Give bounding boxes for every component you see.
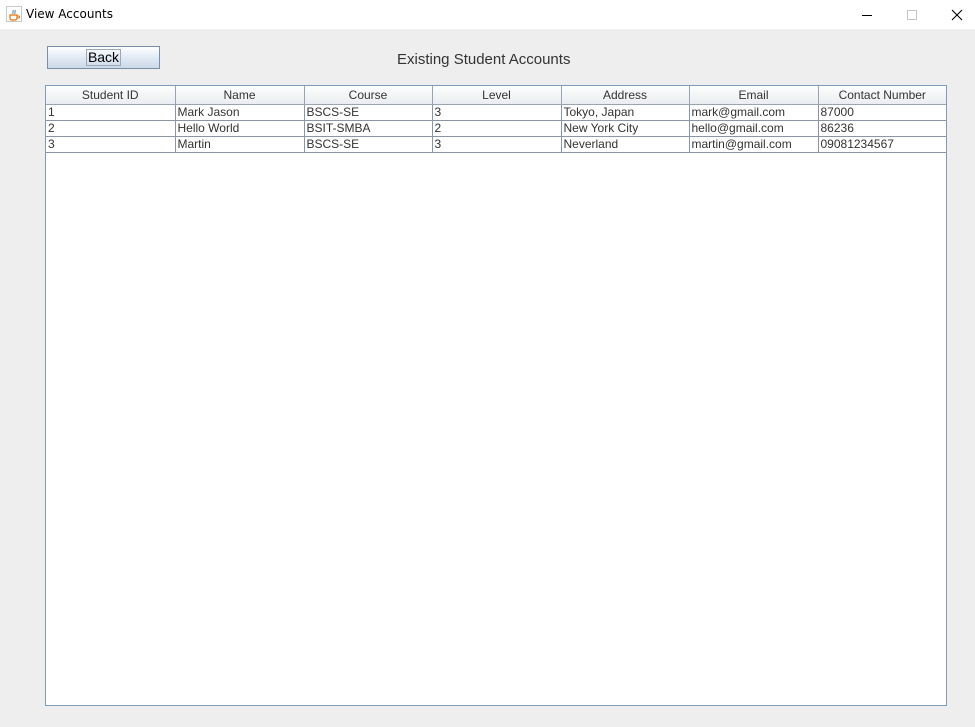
cell-course[interactable]: BSCS-SE — [304, 104, 433, 121]
cell-course[interactable]: BSIT-SMBA — [304, 120, 433, 137]
cell-name[interactable]: Hello World — [175, 120, 305, 137]
column-header-name[interactable]: Name — [175, 86, 305, 105]
back-button-label: Back — [85, 49, 122, 66]
cell-address[interactable]: Tokyo, Japan — [561, 104, 690, 121]
accounts-table-scrollpane[interactable]: Student ID Name Course Level Address Ema… — [45, 85, 947, 706]
table-row[interactable]: 3 Martin BSCS-SE 3 Neverland martin@gmai… — [46, 136, 946, 153]
cell-level[interactable]: 3 — [432, 104, 562, 121]
cell-course[interactable]: BSCS-SE — [304, 136, 433, 153]
cell-address[interactable]: Neverland — [561, 136, 690, 153]
column-header-address[interactable]: Address — [561, 86, 690, 105]
cell-contact-number[interactable]: 87000 — [818, 104, 946, 121]
column-header-course[interactable]: Course — [304, 86, 433, 105]
page-title: Existing Student Accounts — [397, 51, 571, 68]
cell-student-id[interactable]: 1 — [46, 104, 176, 121]
accounts-table[interactable]: Student ID Name Course Level Address Ema… — [46, 86, 946, 153]
cell-student-id[interactable]: 2 — [46, 120, 176, 137]
column-header-level[interactable]: Level — [432, 86, 562, 105]
back-button[interactable]: Back — [47, 46, 160, 69]
maximize-button[interactable] — [889, 0, 935, 29]
cell-email[interactable]: hello@gmail.com — [689, 120, 819, 137]
java-cup-icon — [6, 6, 22, 22]
cell-student-id[interactable]: 3 — [46, 136, 176, 153]
column-header-contact-number[interactable]: Contact Number — [818, 86, 946, 105]
table-row[interactable]: 2 Hello World BSIT-SMBA 2 New York City … — [46, 120, 946, 137]
cell-contact-number[interactable]: 86236 — [818, 120, 946, 137]
title-bar: View Accounts — [0, 0, 975, 29]
maximize-icon — [907, 9, 917, 20]
cell-address[interactable]: New York City — [561, 120, 690, 137]
cell-level[interactable]: 3 — [432, 136, 562, 153]
close-icon — [951, 9, 963, 20]
window-title: View Accounts — [26, 7, 113, 21]
column-header-email[interactable]: Email — [689, 86, 819, 105]
close-button[interactable] — [934, 0, 975, 29]
cell-name[interactable]: Mark Jason — [175, 104, 305, 121]
table-row[interactable]: 1 Mark Jason BSCS-SE 3 Tokyo, Japan mark… — [46, 104, 946, 121]
cell-name[interactable]: Martin — [175, 136, 305, 153]
cell-level[interactable]: 2 — [432, 120, 562, 137]
cell-email[interactable]: mark@gmail.com — [689, 104, 819, 121]
cell-email[interactable]: martin@gmail.com — [689, 136, 819, 153]
column-header-student-id[interactable]: Student ID — [46, 86, 176, 105]
minimize-icon — [862, 14, 872, 16]
minimize-button[interactable] — [844, 0, 890, 29]
cell-contact-number[interactable]: 09081234567 — [818, 136, 946, 153]
table-header-row: Student ID Name Course Level Address Ema… — [46, 86, 946, 105]
